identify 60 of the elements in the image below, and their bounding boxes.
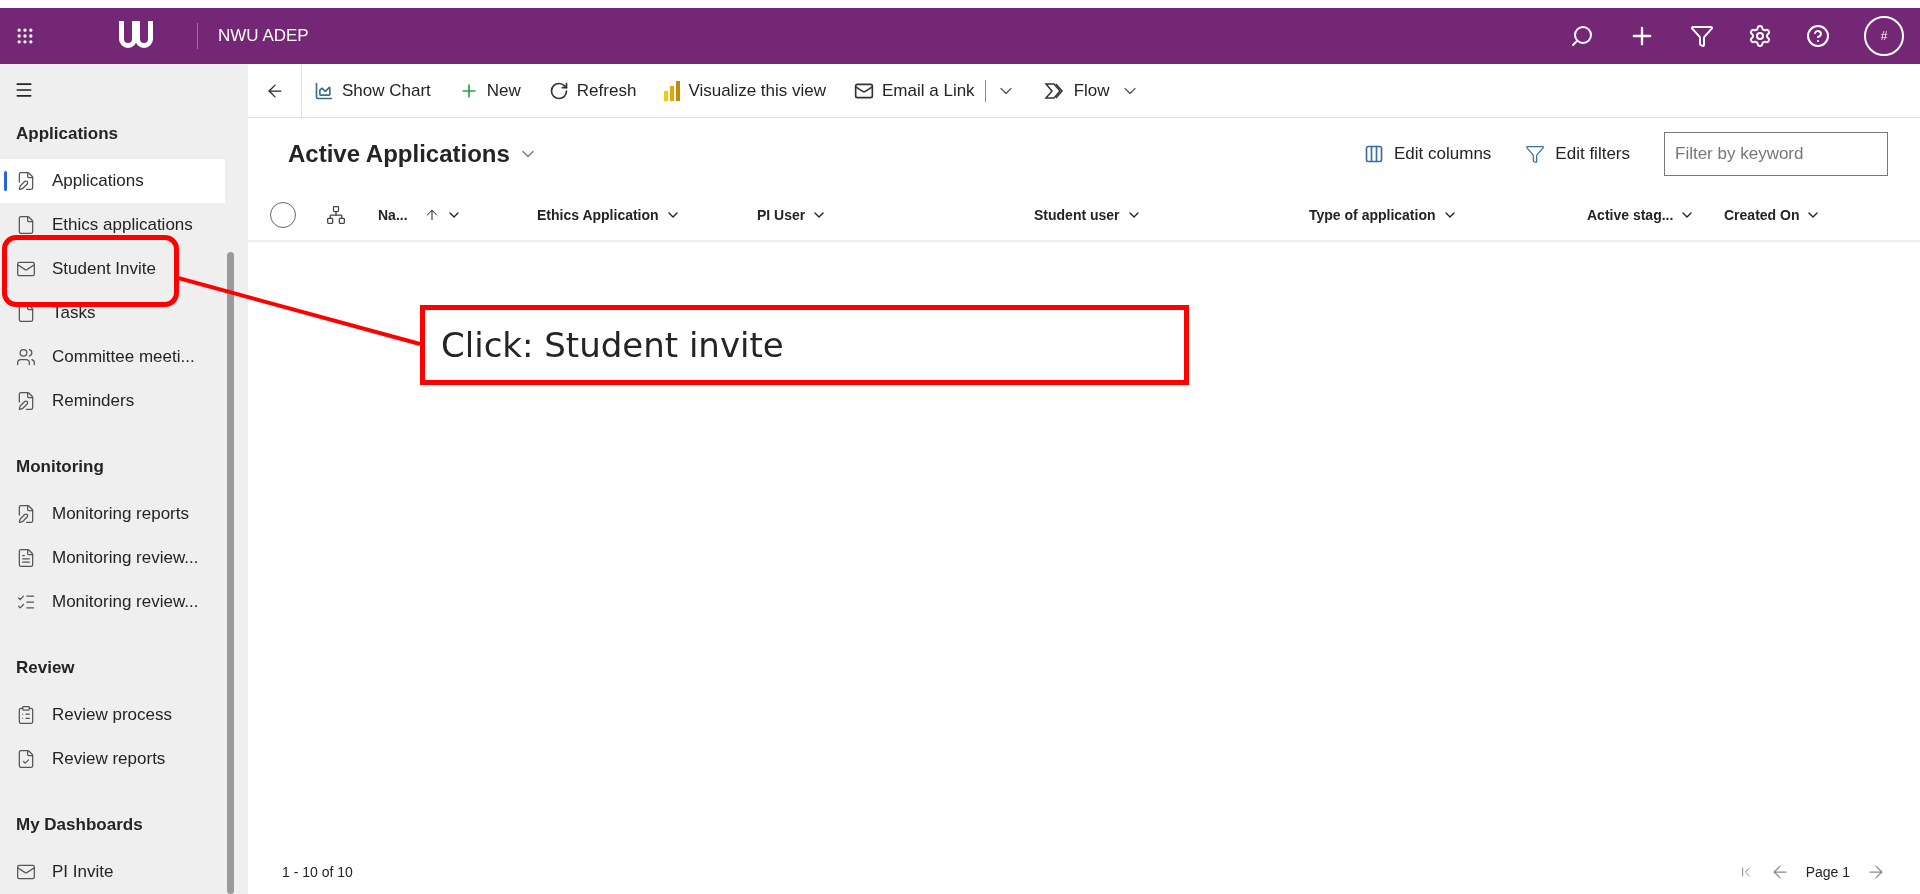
page-number: Page 1 (1805, 862, 1850, 882)
bar-chart-icon (664, 80, 681, 101)
sidebar-item[interactable]: Monitoring review... (0, 536, 225, 580)
sidebar-item[interactable]: Monitoring review... (0, 580, 225, 624)
sidebar-item[interactable]: Student Invite (0, 247, 225, 291)
pen-document-icon (16, 171, 36, 191)
chart-icon (314, 80, 334, 101)
sidebar-item[interactable]: Review reports (0, 737, 225, 781)
sidebar-item[interactable]: Committee meeti... (0, 335, 225, 379)
columns-icon (1364, 144, 1385, 164)
section-heading: Monitoring (15, 456, 104, 479)
filter-icon (1525, 144, 1546, 164)
sidebar-item[interactable]: Reminders (0, 379, 225, 423)
section-heading: Applications (15, 123, 118, 146)
callout-text: Click: Student invite (441, 323, 784, 367)
toolbar-button[interactable]: Email a Link (854, 77, 975, 104)
settings-icon[interactable] (1748, 24, 1772, 48)
column-header[interactable]: Ethics Application (537, 204, 757, 226)
column-header[interactable]: Na... (378, 204, 537, 226)
view-action[interactable]: Edit columns (1364, 141, 1492, 167)
toolbar-button[interactable]: Flow (1043, 77, 1110, 104)
sidebar-item[interactable]: PI Invite (0, 850, 225, 894)
sidebar-item[interactable]: Review process (0, 693, 225, 737)
mail-icon (16, 259, 36, 279)
selection-indicator (4, 171, 7, 191)
document-check-icon (16, 749, 36, 769)
avatar[interactable]: # (1864, 16, 1904, 56)
search-field[interactable]: Filter by keyword (1664, 132, 1888, 176)
section-heading: My Dashboards (15, 814, 143, 837)
toolbar-button[interactable]: Refresh (548, 77, 637, 104)
filter-icon[interactable] (1690, 24, 1714, 48)
app-title: NWU ADEP (218, 25, 309, 48)
column-header[interactable]: Type of application (1309, 204, 1587, 226)
help-icon[interactable] (1806, 24, 1830, 48)
flow-icon (1043, 81, 1066, 100)
view-title[interactable]: Active Applications (288, 136, 538, 172)
pen-document-icon (16, 504, 36, 524)
app-launcher-icon[interactable] (15, 26, 35, 46)
column-header[interactable]: Created On (1724, 204, 1874, 226)
clipboard-icon (16, 705, 36, 725)
column-header[interactable]: Student user (1034, 204, 1309, 226)
sidebar-item[interactable]: Applications (0, 159, 225, 203)
toolbar-button[interactable]: New (458, 77, 521, 104)
sidebar-item[interactable]: Ethics applications (0, 203, 225, 247)
document-icon (16, 548, 36, 568)
column-header[interactable]: Active stag... (1587, 204, 1724, 226)
pen-document-icon (16, 391, 36, 411)
mail-icon (16, 862, 36, 882)
toolbar-button[interactable]: Visualize this view (664, 77, 826, 104)
document-icon (16, 215, 36, 235)
sidebar-item[interactable]: Monitoring reports (0, 492, 225, 536)
section-heading: Review (15, 657, 75, 680)
record-count: 1 - 10 of 10 (282, 862, 353, 882)
search-icon[interactable] (1570, 24, 1594, 48)
people-icon (16, 347, 36, 367)
hierarchy-icon[interactable] (326, 205, 346, 225)
view-action[interactable]: Edit filters (1525, 141, 1630, 167)
toolbar-button[interactable]: Show Chart (314, 77, 431, 104)
refresh-icon (548, 80, 569, 101)
column-header[interactable]: PI User (757, 204, 1034, 226)
